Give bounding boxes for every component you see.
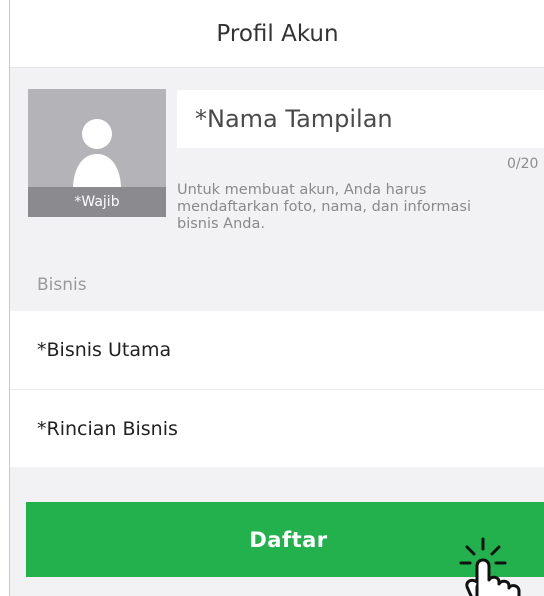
character-counter: 0/20 xyxy=(507,156,539,172)
header-bar: Profil Akun xyxy=(10,0,544,68)
page-title: Profil Akun xyxy=(216,20,339,47)
business-list: *Bisnis Utama *Rincian Bisnis xyxy=(10,311,544,467)
required-tag: *Wajib xyxy=(28,187,166,217)
list-item-bisnis-utama[interactable]: *Bisnis Utama xyxy=(10,311,544,389)
display-name-input[interactable] xyxy=(177,90,544,148)
app-screen: Profil Akun *Wajib 0/20 Untuk membuat ak… xyxy=(9,0,544,596)
registration-hint: Untuk membuat akun, Anda harus mendaftar… xyxy=(177,182,471,232)
list-item-rincian-bisnis[interactable]: *Rincian Bisnis xyxy=(10,389,544,467)
tap-hand-icon xyxy=(459,537,521,596)
profile-photo-picker[interactable]: *Wajib xyxy=(28,89,166,217)
section-label-bisnis: Bisnis xyxy=(37,275,87,295)
